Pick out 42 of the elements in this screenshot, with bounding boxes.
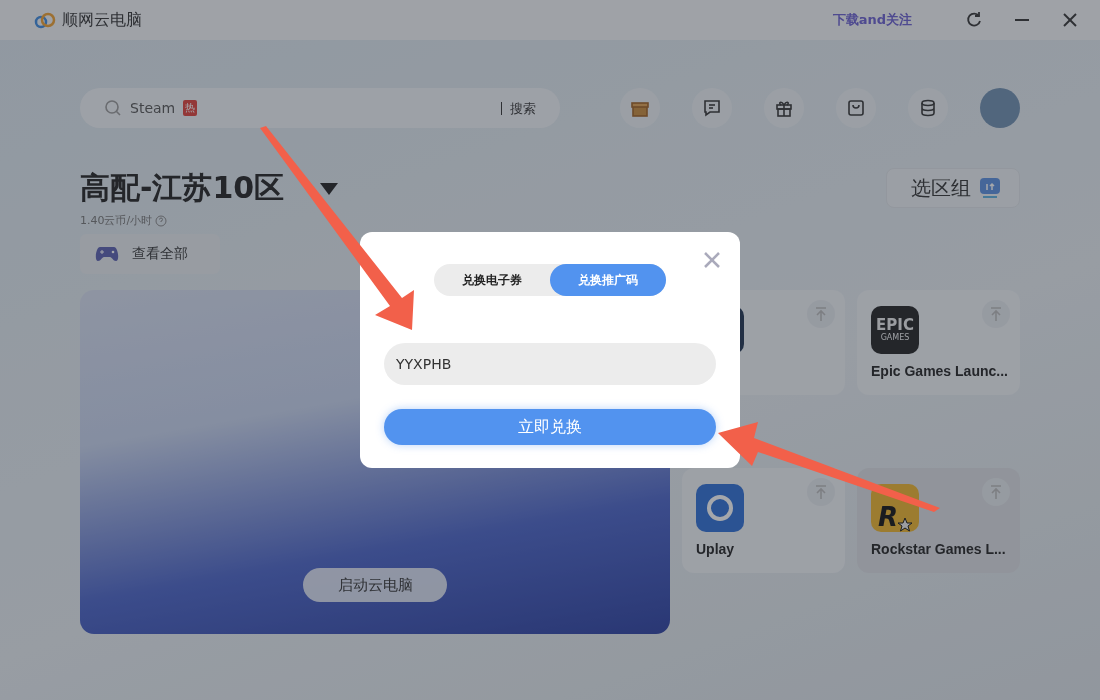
close-icon[interactable] xyxy=(702,250,722,270)
game-card[interactable]: R Rockstar Games L... xyxy=(857,468,1020,573)
region-group-button[interactable]: 选区组 xyxy=(886,168,1020,208)
gamepad-icon xyxy=(94,245,120,263)
redeem-tab[interactable]: 兑换推广码 xyxy=(550,264,666,296)
logo-text: R xyxy=(878,502,898,532)
swirl-logo-icon xyxy=(696,484,744,532)
view-all-button[interactable]: 查看全部 xyxy=(80,234,220,274)
dropdown-caret-icon[interactable] xyxy=(320,182,339,195)
pin-to-top-icon[interactable] xyxy=(807,300,835,328)
search-field[interactable]: Steam 热 搜索 xyxy=(80,88,560,128)
game-card[interactable]: Uplay xyxy=(682,468,845,573)
message-icon[interactable] xyxy=(692,88,732,128)
gift-box-icon[interactable] xyxy=(620,88,660,128)
redeem-button[interactable]: 立即兑换 xyxy=(384,409,716,445)
window-title: 顺网云电脑 xyxy=(62,9,142,31)
coins-icon[interactable] xyxy=(908,88,948,128)
help-icon[interactable] xyxy=(155,214,168,227)
price-text: 1.40云币/小时 xyxy=(80,213,153,228)
logo-text: EPIC xyxy=(876,317,914,333)
game-name: Epic Games Launc... xyxy=(871,363,1006,379)
user-avatar[interactable] xyxy=(980,88,1020,128)
bag-icon[interactable] xyxy=(836,88,876,128)
pin-to-top-icon[interactable] xyxy=(982,300,1010,328)
promo-code-field[interactable]: YYXPHB xyxy=(384,343,716,385)
download-follow-link[interactable]: 下载and关注 xyxy=(832,11,912,29)
hot-badge: 热 xyxy=(183,100,198,116)
swap-monitor-icon xyxy=(979,177,1001,199)
search-button[interactable]: 搜索 xyxy=(501,101,536,115)
logo-text: GAMES xyxy=(880,332,910,343)
pin-to-top-icon[interactable] xyxy=(807,478,835,506)
start-cloud-pc-button[interactable]: 启动云电脑 xyxy=(303,568,447,602)
gift-icon[interactable] xyxy=(764,88,804,128)
search-icon xyxy=(104,99,122,117)
server-name: 高配-江苏10区 xyxy=(80,169,285,207)
game-name: Uplay xyxy=(696,541,736,557)
redeem-tab[interactable]: 兑换电子券 xyxy=(434,264,550,296)
game-name: Rockstar Games L... xyxy=(871,541,1006,557)
search-text: Steam xyxy=(130,100,176,116)
game-card[interactable]: EPIC GAMES Epic Games Launc... xyxy=(857,290,1020,395)
star-icon xyxy=(898,518,912,532)
cloud-logo-icon xyxy=(34,11,56,29)
